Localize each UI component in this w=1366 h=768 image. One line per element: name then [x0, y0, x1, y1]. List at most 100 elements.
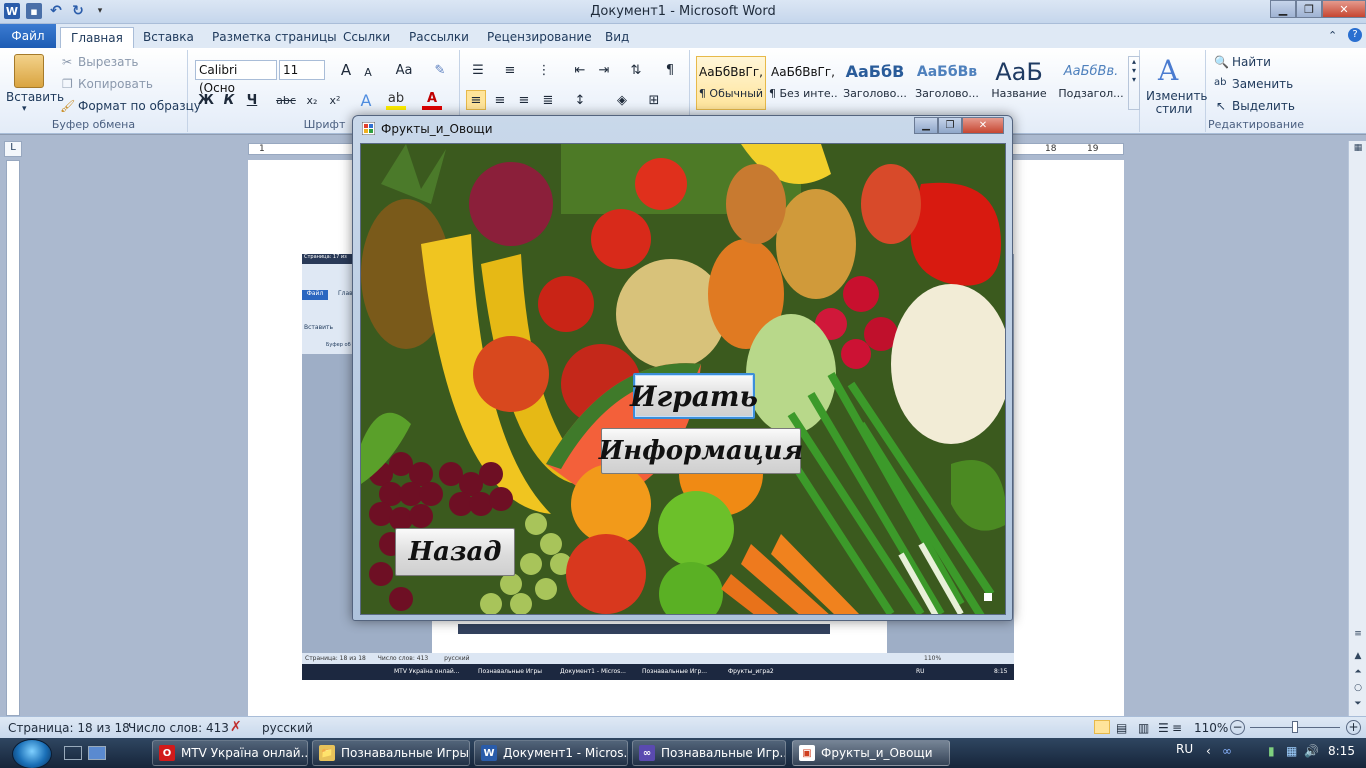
volume-icon[interactable]: 🔊	[1304, 744, 1319, 758]
scroll-thumb-icon[interactable]: ≡	[1351, 629, 1365, 643]
maximize-icon[interactable]: ❐	[1296, 0, 1322, 18]
close-icon[interactable]: ✕	[1322, 0, 1366, 18]
minimize-icon[interactable]: ▁	[914, 117, 938, 134]
tab-page-layout[interactable]: Разметка страницы	[202, 27, 347, 48]
resize-grip-icon[interactable]	[984, 593, 992, 601]
select-icon[interactable]: ↖	[1216, 99, 1226, 113]
status-language[interactable]: русский	[262, 721, 313, 735]
font-name-combo[interactable]: Calibri (Осно	[195, 60, 277, 95]
outline-view-icon[interactable]: ☰	[1158, 721, 1169, 735]
grow-font-button[interactable]: A	[336, 60, 356, 80]
taskbar-item-folder[interactable]: 📁 Познавальные Игры	[312, 740, 470, 766]
paste-icon[interactable]	[14, 54, 44, 88]
strikethrough-button[interactable]: abc	[276, 90, 296, 110]
cut-icon[interactable]: ✂	[62, 55, 72, 69]
numbering-icon[interactable]: ≡	[500, 60, 520, 80]
info-button[interactable]: Информация	[599, 428, 803, 474]
shading-icon[interactable]: ◈	[612, 90, 632, 110]
tab-review[interactable]: Рецензирование	[477, 27, 602, 48]
format-painter-icon[interactable]: 🖌	[60, 99, 75, 113]
copy-icon[interactable]: ❐	[62, 77, 73, 91]
scroll-up-icon[interactable]: ▲	[1351, 651, 1365, 665]
taskbar-item-opera[interactable]: O MTV Україна онлай...	[152, 740, 308, 766]
font-color-button[interactable]: A	[422, 90, 442, 110]
change-case-button[interactable]: Aa	[390, 60, 418, 80]
show-marks-icon[interactable]: ¶	[660, 60, 680, 80]
shrink-font-button[interactable]: A	[358, 62, 378, 82]
browse-object-icon[interactable]: ○	[1351, 683, 1365, 697]
draft-view-icon[interactable]: ≡	[1172, 721, 1182, 735]
multilevel-list-icon[interactable]: ⋮	[534, 60, 554, 80]
subscript-button[interactable]: x₂	[302, 90, 322, 110]
start-button-icon[interactable]	[12, 739, 52, 768]
spellcheck-icon[interactable]: ✗	[230, 719, 242, 735]
clock[interactable]: 8:15	[1328, 744, 1355, 758]
font-size-combo[interactable]: 11	[279, 60, 325, 80]
taskbar-item-fruits[interactable]: ▣ Фрукты_и_Овощи	[792, 740, 950, 766]
find-button[interactable]: Найти	[1232, 55, 1271, 69]
increase-indent-icon[interactable]: ⇥	[594, 60, 614, 80]
switch-windows-icon[interactable]	[64, 746, 82, 760]
style-heading-2[interactable]: АаБбВв Заголово...	[912, 56, 982, 110]
bold-button[interactable]: Ж	[196, 90, 216, 110]
prev-page-icon[interactable]: ⏶	[1351, 667, 1365, 681]
line-spacing-icon[interactable]: ↕	[570, 90, 590, 110]
next-page-icon[interactable]: ⏷	[1351, 699, 1365, 713]
find-icon[interactable]: 🔍	[1214, 55, 1229, 69]
status-words[interactable]: Число слов: 413	[128, 721, 229, 735]
close-icon[interactable]: ✕	[962, 117, 1004, 134]
paste-button[interactable]: Вставить	[6, 90, 64, 104]
format-painter-button[interactable]: Формат по образцу	[78, 99, 201, 113]
zoom-in-icon[interactable]: +	[1346, 720, 1361, 735]
change-styles-icon[interactable]: A	[1158, 54, 1178, 87]
fruits-window[interactable]: Фрукты_и_Овощи ▁ ❐ ✕ Играть Информация Н…	[352, 115, 1013, 621]
full-screen-view-icon[interactable]: ▤	[1116, 721, 1127, 735]
tab-view[interactable]: Вид	[595, 27, 639, 48]
tab-references[interactable]: Ссылки	[333, 27, 400, 48]
align-center-icon[interactable]: ≡	[490, 90, 510, 110]
sort-icon[interactable]: ⇅	[626, 60, 646, 80]
text-effects-icon[interactable]: A	[356, 90, 376, 110]
network-icon[interactable]: ▦	[1286, 744, 1297, 758]
decrease-indent-icon[interactable]: ⇤	[570, 60, 590, 80]
tab-selector-icon[interactable]: L	[4, 141, 22, 157]
minimize-icon[interactable]: ▁	[1270, 0, 1296, 18]
zoom-slider-thumb[interactable]	[1292, 721, 1298, 733]
borders-icon[interactable]: ⊞	[644, 90, 664, 110]
style-subtitle[interactable]: АаБбВв. Подзагол...	[1056, 56, 1126, 110]
battery-icon[interactable]: ▮	[1268, 744, 1275, 758]
replace-icon[interactable]: ab	[1214, 77, 1226, 88]
paste-dropdown-icon[interactable]: ▾	[22, 104, 27, 114]
vertical-ruler[interactable]	[6, 160, 20, 716]
select-button[interactable]: Выделить	[1232, 99, 1295, 113]
style-no-spacing[interactable]: АаБбВвГг, ¶ Без инте...	[768, 56, 838, 110]
underline-button[interactable]: Ч	[242, 90, 262, 110]
change-styles-button[interactable]: Изменить стили	[1146, 90, 1208, 116]
web-layout-icon[interactable]: ▥	[1138, 721, 1149, 735]
cut-button[interactable]: Вырезать	[78, 55, 139, 69]
bullets-icon[interactable]: ☰	[468, 60, 488, 80]
maximize-icon[interactable]: ❐	[938, 117, 962, 134]
italic-button[interactable]: К	[219, 90, 239, 110]
tab-home[interactable]: Главная	[60, 27, 134, 48]
vertical-scrollbar[interactable]: ▦ ≡ ▲ ⏶ ○ ⏷	[1348, 141, 1366, 716]
highlight-icon[interactable]: ab	[386, 90, 406, 110]
style-title[interactable]: АаБ Название	[984, 56, 1054, 110]
ruler-toggle-icon[interactable]: ▦	[1351, 143, 1365, 157]
align-left-icon[interactable]: ≡	[466, 90, 486, 110]
clear-format-icon[interactable]: ✎	[430, 60, 450, 80]
collapse-ribbon-icon[interactable]: ⌃	[1328, 29, 1337, 42]
back-button[interactable]: Назад	[395, 528, 515, 576]
print-layout-icon[interactable]	[1094, 720, 1110, 734]
zoom-out-icon[interactable]: −	[1230, 720, 1245, 735]
tab-mailings[interactable]: Рассылки	[399, 27, 479, 48]
play-button[interactable]: Играть	[630, 373, 758, 419]
tab-insert[interactable]: Вставка	[133, 27, 204, 48]
language-indicator[interactable]: RU	[1176, 742, 1193, 756]
tab-file[interactable]: Файл	[0, 24, 56, 48]
justify-icon[interactable]: ≣	[538, 90, 558, 110]
tray-network-app-icon[interactable]: ∞	[1222, 744, 1232, 758]
superscript-button[interactable]: x²	[325, 90, 345, 110]
taskbar-item-word[interactable]: W Документ1 - Micros...	[474, 740, 628, 766]
copy-button[interactable]: Копировать	[78, 77, 153, 91]
